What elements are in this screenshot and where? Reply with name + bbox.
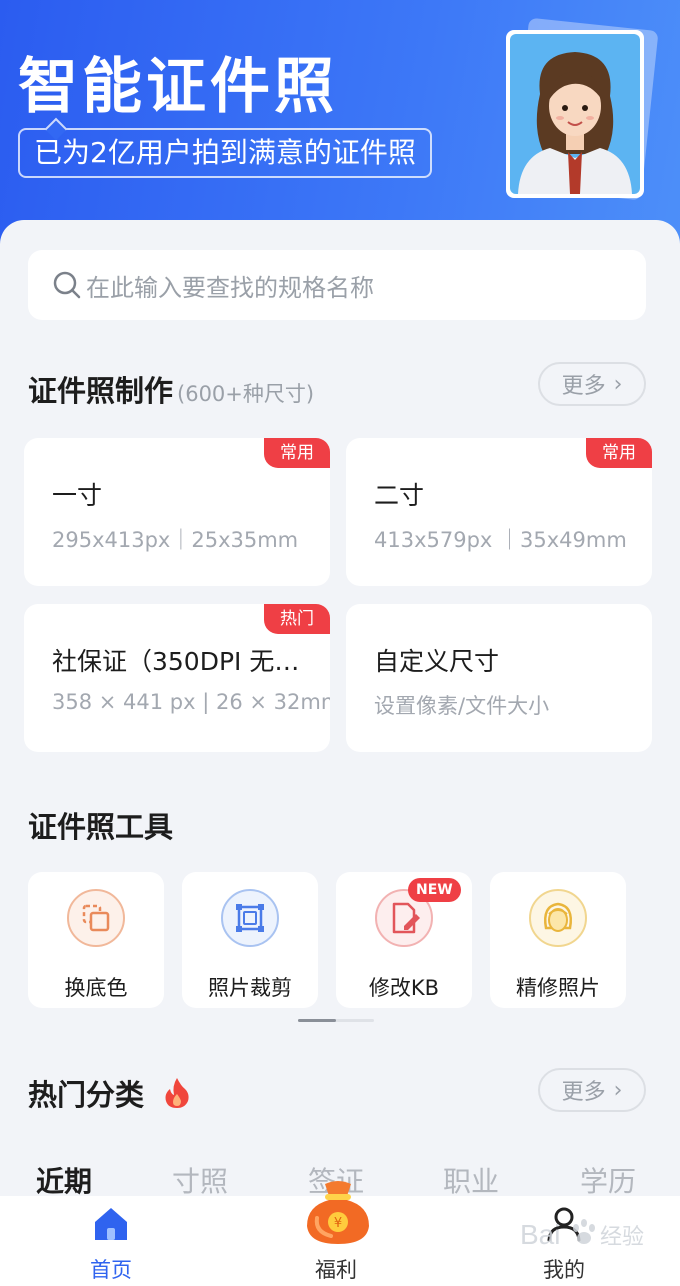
main-content: 在此输入要查找的规格名称 证件照制作 (600+种尺寸) 更多 › 常用 一寸 29… [0, 220, 680, 1286]
tool-label: 换底色 [64, 976, 128, 1000]
size-card-name: 一寸 [52, 481, 103, 510]
tab-label: 首页 [90, 1258, 132, 1282]
chevron-right-icon: › [613, 371, 623, 397]
tools-row: 换底色 照片裁剪 NEW 修改KB 精修照片 [28, 872, 668, 1008]
size-card-name: 二寸 [374, 481, 425, 510]
tag-badge: 常用 [586, 438, 652, 468]
tab-label: 我的 [543, 1258, 585, 1282]
svg-text:Bai: Bai [520, 1219, 560, 1250]
category-tab-inch-photo[interactable]: 寸照 [172, 1160, 228, 1200]
svg-text:¥: ¥ [334, 1216, 342, 1231]
photo-section-title-text: 证件照制作 [28, 374, 174, 408]
tool-change-background[interactable]: 换底色 [28, 872, 164, 1008]
size-card-social-security[interactable]: 热门 社保证（350DPI 无回执） 358 × 441 px | 26 × 3… [24, 604, 330, 752]
svg-text:经验: 经验 [600, 1225, 644, 1250]
banner-title: 智能证件照 [18, 52, 338, 122]
search-icon [53, 271, 81, 299]
swap-background-icon [67, 889, 125, 947]
watermark-logo: Bai 经验 [520, 1219, 644, 1250]
tool-edit-kb[interactable]: NEW 修改KB [336, 872, 472, 1008]
tag-badge: 热门 [264, 604, 330, 634]
sample-id-photo [506, 30, 644, 198]
home-icon [95, 1208, 127, 1240]
category-tab-education[interactable]: 学历 [580, 1160, 636, 1200]
more-label: 更多 [561, 374, 606, 399]
tools-section-title: 证件照工具 [28, 810, 174, 844]
tool-retouch[interactable]: 精修照片 [490, 872, 626, 1008]
tool-label: 照片裁剪 [208, 976, 292, 1000]
photo-section-title: 证件照制作 (600+种尺寸) [28, 368, 314, 410]
tool-label: 修改KB [368, 976, 440, 1000]
search-placeholder: 在此输入要查找的规格名称 [86, 273, 374, 302]
more-label: 更多 [561, 1080, 606, 1105]
baidu-jingyan-watermark: Bai 经验 [512, 1214, 652, 1254]
hot-section-title: 热门分类 [28, 1072, 190, 1114]
size-card-spec: 295x413px｜25x35mm [52, 528, 299, 552]
hot-section-more-button[interactable]: 更多 › [538, 1068, 646, 1112]
search-bar[interactable]: 在此输入要查找的规格名称 [28, 250, 646, 320]
tab-label: 福利 [315, 1258, 357, 1282]
tab-home[interactable]: 首页 [41, 1196, 181, 1286]
tool-crop[interactable]: 照片裁剪 [182, 872, 318, 1008]
size-card-name: 社保证（350DPI 无回执） [52, 647, 312, 676]
size-card-two-inch[interactable]: 常用 二寸 413x579px ｜35x49mm [346, 438, 652, 586]
category-tab-recent[interactable]: 近期 [36, 1160, 92, 1200]
size-card-spec: 设置像素/文件大小 [374, 694, 550, 718]
lucky-bag-icon[interactable]: ¥ [301, 1178, 375, 1248]
flame-icon [165, 1078, 189, 1108]
size-card-name: 自定义尺寸 [374, 647, 500, 676]
photo-section-more-button[interactable]: 更多 › [538, 362, 646, 406]
size-card-one-inch[interactable]: 常用 一寸 295x413px｜25x35mm [24, 438, 330, 586]
banner-subtitle: 已为2亿用户拍到满意的证件照 [18, 128, 432, 178]
tool-label: 精修照片 [516, 976, 600, 1000]
chevron-right-icon: › [613, 1077, 623, 1103]
size-card-custom[interactable]: 自定义尺寸 设置像素/文件大小 [346, 604, 652, 752]
tag-badge: 常用 [264, 438, 330, 468]
tools-scroll-indicator [298, 1019, 374, 1022]
crop-icon [221, 889, 279, 947]
size-card-spec: 413x579px ｜35x49mm [374, 528, 627, 552]
woman-portrait-icon [510, 34, 640, 194]
face-retouch-icon [529, 889, 587, 947]
hot-section-title-text: 热门分类 [28, 1078, 145, 1112]
tools-scroll-thumb [298, 1019, 336, 1022]
category-tab-profession[interactable]: 职业 [443, 1160, 499, 1200]
header-banner: 智能证件照 已为2亿用户拍到满意的证件照 [0, 0, 680, 250]
new-badge: NEW [408, 878, 461, 902]
size-card-spec: 358 × 441 px | 26 × 32mm [52, 690, 330, 714]
size-count-note: (600+种尺寸) [177, 382, 315, 406]
